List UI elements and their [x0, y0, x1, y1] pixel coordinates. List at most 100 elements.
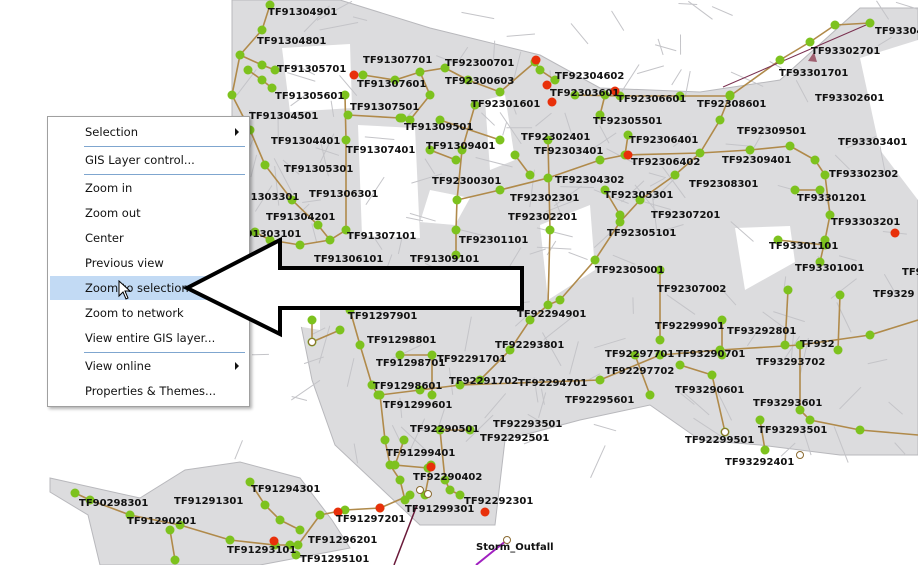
- node-label: TF92306401: [629, 135, 698, 146]
- manhole-node: [260, 160, 270, 170]
- node-label: TF92302401: [521, 132, 590, 143]
- menu-item-gis-layer-control[interactable]: GIS Layer control...: [50, 148, 247, 172]
- menu-item-label: Selection: [85, 125, 138, 139]
- manhole-node: [399, 435, 409, 445]
- manhole-node: [355, 340, 365, 350]
- menu-separator: [84, 174, 245, 175]
- menu-item-center[interactable]: Center: [50, 226, 247, 250]
- node-label: Storm_Outfall: [476, 542, 554, 553]
- manhole-node: [535, 65, 545, 75]
- manhole-node: [810, 155, 820, 165]
- submenu-arrow-icon: [235, 362, 239, 370]
- node-label: TF92293501: [493, 419, 562, 430]
- node-label: TF92301101: [459, 235, 528, 246]
- node-label: TF93293501: [758, 425, 827, 436]
- node-label: TF93290601: [675, 385, 744, 396]
- node-label: TF92297701: [605, 349, 674, 360]
- flooded-node: [531, 55, 541, 65]
- node-label: TF93301201: [797, 193, 866, 204]
- outfall-node: [308, 338, 316, 346]
- node-label: TF92299901: [655, 321, 724, 332]
- node-label: TF91309101: [410, 254, 479, 265]
- node-label: TF91298601: [373, 381, 442, 392]
- node-label: TF91298801: [367, 335, 436, 346]
- menu-item-label: Previous view: [85, 256, 164, 270]
- manhole-node: [341, 135, 351, 145]
- node-label: TF91304201: [266, 212, 335, 223]
- node-label: TF92305101: [607, 228, 676, 239]
- subcatchment-border: [671, 69, 682, 86]
- manhole-node: [257, 60, 267, 70]
- node-label: TF92291702: [449, 376, 518, 387]
- subcatchment-border: [234, 440, 243, 460]
- manhole-node: [257, 75, 267, 85]
- node-label: TF932: [800, 339, 835, 350]
- manhole-node: [325, 235, 335, 245]
- manhole-node: [315, 510, 325, 520]
- node-label: TF92307201: [651, 210, 720, 221]
- menu-item-zoom-in[interactable]: Zoom in: [50, 176, 247, 200]
- node-label: TF92304302: [555, 175, 624, 186]
- flooded-node: [480, 507, 490, 517]
- menu-item-properties-themes[interactable]: Properties & Themes...: [50, 379, 247, 403]
- manhole-node: [390, 460, 400, 470]
- menu-item-zoom-to-selection[interactable]: Zoom to selection: [50, 276, 247, 300]
- mouse-pointer-icon: [118, 280, 132, 300]
- node-label: TF9329: [873, 289, 915, 300]
- menu-item-label: View online: [85, 359, 152, 373]
- menu-item-zoom-out[interactable]: Zoom out: [50, 201, 247, 225]
- submenu-arrow-icon: [235, 128, 239, 136]
- manhole-node: [525, 170, 535, 180]
- context-menu: Selection GIS Layer control... Zoom in Z…: [47, 116, 250, 407]
- node-label: TF90298301: [79, 498, 148, 509]
- node-label: TF93293702: [756, 357, 825, 368]
- subcatchment-border: [506, 33, 536, 37]
- node-label: TF91309501: [404, 122, 473, 133]
- node-label: TF92295601: [565, 395, 634, 406]
- subcatchment-border: [570, 23, 589, 45]
- node-label: TF92294701: [518, 378, 587, 389]
- manhole-node: [865, 330, 875, 340]
- flooded-node: [375, 503, 385, 513]
- manhole-node: [227, 90, 237, 100]
- node-label: TF91307601: [357, 79, 426, 90]
- node-label: TF92303401: [534, 146, 603, 157]
- manhole-node: [405, 490, 415, 500]
- node-label: TF91306101: [314, 254, 383, 265]
- node-label: TF93302302: [829, 169, 898, 180]
- manhole-node: [745, 145, 755, 155]
- manhole-node: [775, 55, 785, 65]
- menu-item-selection[interactable]: Selection: [50, 120, 247, 144]
- manhole-node: [510, 150, 520, 160]
- node-label: TF92305001: [595, 265, 664, 276]
- node-label: TF93304: [875, 26, 918, 37]
- node-label: TF92304602: [555, 71, 624, 82]
- manhole-node: [243, 65, 253, 75]
- node-label: TF91297201: [336, 514, 405, 525]
- node-label: TF93301101: [769, 241, 838, 252]
- manhole-node: [715, 115, 725, 125]
- node-label: TF9: [902, 267, 918, 278]
- menu-item-view-entire-gis-layer[interactable]: View entire GIS layer...: [50, 326, 247, 350]
- manhole-node: [755, 415, 765, 425]
- manhole-node: [590, 255, 600, 265]
- menu-item-view-online[interactable]: View online: [50, 354, 247, 378]
- manhole-node: [275, 515, 285, 525]
- manhole-node: [855, 425, 865, 435]
- node-label: TF91305301: [284, 164, 353, 175]
- node-label: TF92303601: [550, 88, 619, 99]
- node-label: TF91307101: [347, 231, 416, 242]
- node-label: TF92308601: [697, 99, 766, 110]
- node-label: TF92302301: [510, 193, 579, 204]
- node-label: TF92307002: [657, 284, 726, 295]
- manhole-node: [865, 18, 875, 28]
- node-label: TF93301701: [779, 68, 848, 79]
- menu-item-previous-view[interactable]: Previous view: [50, 251, 247, 275]
- menu-item-zoom-to-network[interactable]: Zoom to network: [50, 301, 247, 325]
- node-label: TF92306601: [617, 94, 686, 105]
- manhole-node: [835, 290, 845, 300]
- node-label: TF92309401: [722, 155, 791, 166]
- node-label: TF93303401: [838, 137, 907, 148]
- node-label: TF92291701: [437, 354, 506, 365]
- node-label: TF93293601: [753, 398, 822, 409]
